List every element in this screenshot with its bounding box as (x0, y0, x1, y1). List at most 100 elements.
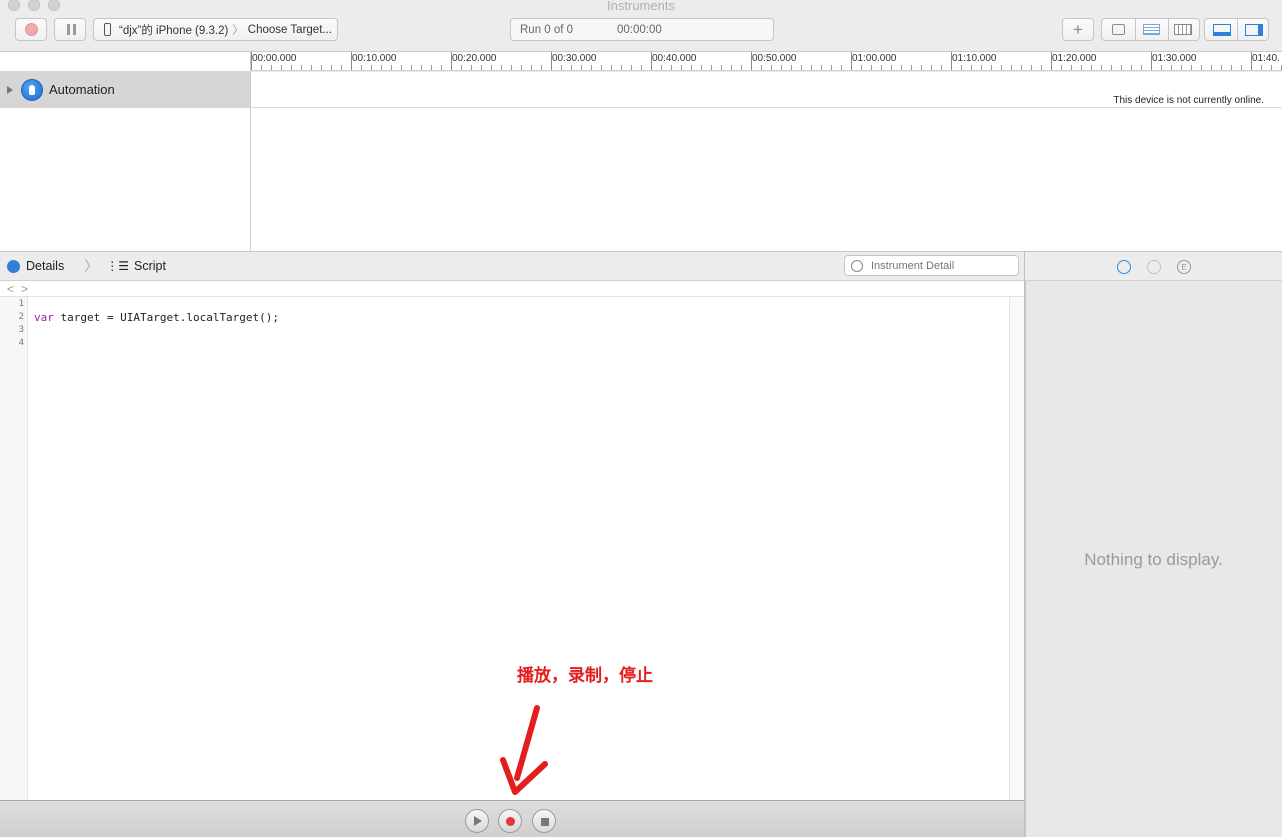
ruler-minor-tick (941, 65, 942, 70)
list-view-icon[interactable] (1143, 24, 1160, 35)
ruler-minor-tick (681, 65, 682, 70)
ruler-minor-tick (731, 65, 732, 70)
target-selector[interactable]: “djx”的 iPhone (9.3.2) 〉 Choose Target... (93, 18, 338, 41)
ruler-tick-label: 00:20.000 (452, 53, 497, 64)
offline-message: This device is not currently online. (1113, 95, 1264, 106)
ruler-minor-tick (1211, 65, 1212, 70)
code-keyword: var (34, 311, 54, 324)
record-settings-icon[interactable] (1112, 24, 1125, 35)
ruler-minor-tick (411, 65, 412, 70)
ruler-minor-tick (971, 65, 972, 70)
ruler-minor-tick (591, 65, 592, 70)
ruler-minor-tick (291, 65, 292, 70)
ruler-minor-tick (781, 65, 782, 70)
split-divider[interactable] (1024, 251, 1025, 837)
record-button[interactable] (15, 18, 47, 41)
view-mode-segment[interactable] (1101, 18, 1200, 41)
ruler-minor-tick (631, 65, 632, 70)
line-number: 1 (18, 299, 24, 309)
quick-help-icon[interactable] (1117, 260, 1131, 274)
ruler-minor-tick (491, 65, 492, 70)
ruler-minor-tick (1071, 65, 1072, 70)
ruler-minor-tick (1261, 65, 1262, 70)
forward-arrow-icon[interactable]: > (21, 282, 28, 296)
line-number-gutter: 1 2 3 4 (0, 297, 28, 801)
ruler-minor-tick (1161, 65, 1162, 70)
ruler-minor-tick (1111, 65, 1112, 70)
pause-button[interactable] (54, 18, 86, 41)
ruler-minor-tick (931, 65, 932, 70)
instrument-detail-search[interactable] (844, 255, 1019, 276)
ruler-minor-tick (641, 65, 642, 70)
ruler-minor-tick (821, 65, 822, 70)
ruler-tick-label: 00:30.000 (552, 53, 597, 64)
ruler-minor-tick (761, 65, 762, 70)
ruler-minor-tick (341, 65, 342, 70)
ruler-minor-tick (701, 65, 702, 70)
editor-scrollbar[interactable] (1009, 297, 1024, 801)
disclosure-triangle-icon[interactable] (7, 85, 13, 94)
ruler-minor-tick (1081, 65, 1082, 70)
window-title: Instruments (607, 0, 675, 13)
inspector-tab-bar: E (1025, 251, 1282, 281)
pause-icon (67, 24, 70, 35)
ruler-minor-tick (1141, 65, 1142, 70)
ruler-minor-tick (801, 65, 802, 70)
ruler-minor-tick (861, 65, 862, 70)
plus-icon: + (1073, 19, 1083, 39)
script-list-icon: ⋮☰ (106, 259, 129, 273)
ruler-tick-label: 01:10.000 (952, 53, 997, 64)
ruler-minor-tick (921, 65, 922, 70)
grid-view-icon[interactable] (1174, 24, 1192, 35)
right-panel-icon[interactable] (1245, 24, 1263, 36)
device-label: “djx”的 iPhone (9.3.2) (119, 24, 229, 37)
ruler-minor-tick (1221, 65, 1222, 70)
ruler-minor-tick (811, 65, 812, 70)
ruler-minor-tick (501, 65, 502, 70)
ruler-minor-tick (1021, 65, 1022, 70)
stop-script-button[interactable] (532, 809, 556, 833)
record-script-button[interactable] (498, 809, 522, 833)
ruler-minor-tick (981, 65, 982, 70)
code-line[interactable]: var target = UIATarget.localTarget(); (34, 311, 279, 324)
ruler-minor-tick (461, 65, 462, 70)
ruler-minor-tick (901, 65, 902, 70)
ruler-minor-tick (541, 65, 542, 70)
ruler-minor-tick (661, 65, 662, 70)
ruler-minor-tick (601, 65, 602, 70)
ruler-tick-label: 01:00.000 (852, 53, 897, 64)
ruler-minor-tick (911, 65, 912, 70)
ruler-minor-tick (1131, 65, 1132, 70)
run-time: 00:00:00 (617, 23, 662, 36)
ruler-minor-tick (611, 65, 612, 70)
instrument-row-automation[interactable]: Automation (0, 71, 250, 108)
extended-detail-icon[interactable]: E (1177, 260, 1191, 274)
line-number: 3 (18, 325, 24, 335)
gear-icon[interactable] (1147, 260, 1161, 274)
ruler-minor-tick (721, 65, 722, 70)
target-label: Choose Target... (247, 23, 332, 36)
annotation-arrow (500, 705, 548, 795)
ruler-minor-tick (621, 65, 622, 70)
ruler-minor-tick (441, 65, 442, 70)
run-status: Run 0 of 0 00:00:00 (510, 18, 774, 41)
play-script-button[interactable] (465, 809, 489, 833)
bottom-panel-icon[interactable] (1213, 24, 1231, 36)
toolbar: Instruments “djx”的 iPhone (9.3.2) 〉 Choo… (0, 0, 1282, 52)
breadcrumb-script[interactable]: Script (134, 259, 166, 273)
line-number: 2 (18, 312, 24, 322)
line-number: 4 (18, 338, 24, 348)
breadcrumb-details[interactable]: Details (26, 259, 64, 273)
iphone-icon (104, 23, 111, 36)
panel-toggle-segment[interactable] (1204, 18, 1269, 41)
ruler-minor-tick (1011, 65, 1012, 70)
ruler-minor-tick (321, 65, 322, 70)
run-label: Run 0 of 0 (520, 23, 574, 36)
ruler-tick-label: 00:40.000 (652, 53, 697, 64)
add-instrument-button[interactable]: + (1062, 18, 1094, 41)
back-arrow-icon[interactable]: < (7, 282, 14, 296)
ruler-minor-tick (1041, 65, 1042, 70)
search-input[interactable] (871, 259, 1006, 272)
ruler-minor-tick (421, 65, 422, 70)
time-ruler[interactable]: 00:00.000 00:10.000 00:20.000 00:30.000 00:4… (251, 52, 1282, 71)
